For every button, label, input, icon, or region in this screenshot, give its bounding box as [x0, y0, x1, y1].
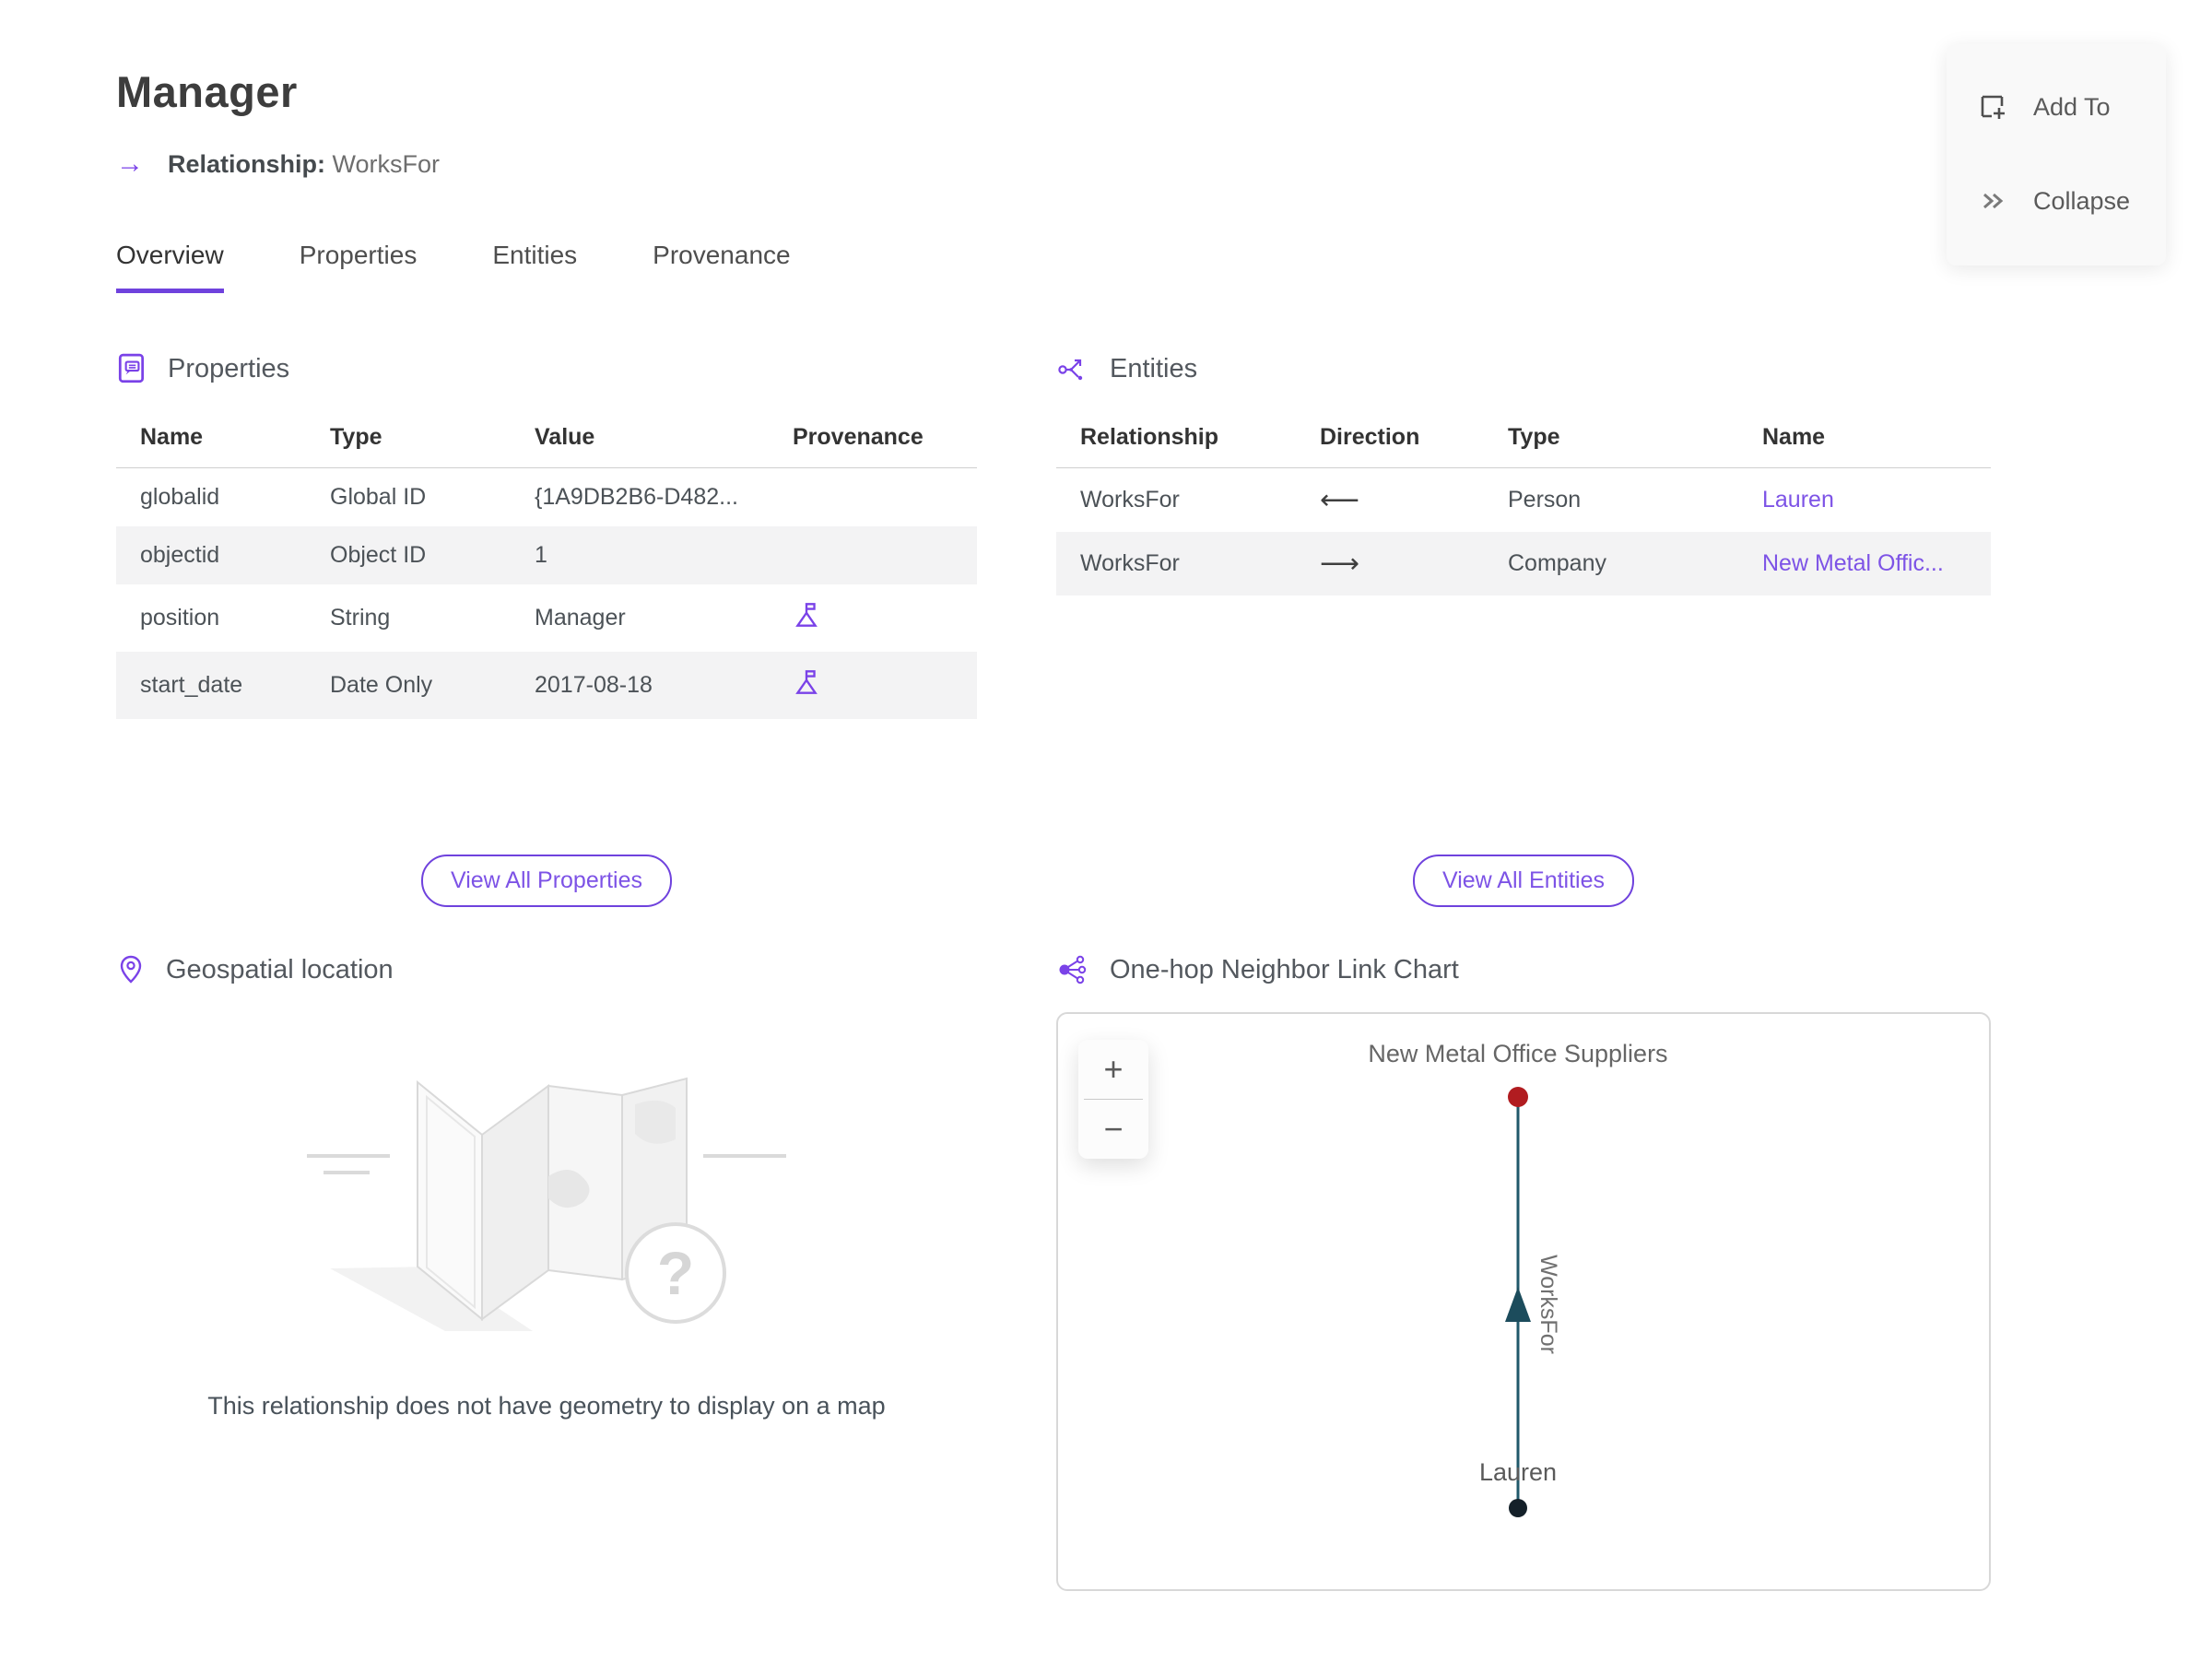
entity-name-link[interactable]: Lauren: [1762, 487, 1834, 513]
relationship-label: Relationship:: [168, 149, 326, 178]
edge-arrowhead: [1505, 1287, 1531, 1322]
table-row: WorksFor ⟶ Company New Metal Offic...: [1056, 532, 1991, 595]
link-chart-panel[interactable]: New Metal Office Suppliers WorksFor Laur…: [1056, 1012, 1991, 1591]
col-header-type: Type: [1499, 409, 1753, 468]
col-header-value: Value: [525, 409, 783, 468]
entities-section-header: Entities: [1056, 348, 1991, 389]
entity-detail-page: Add To Collapse Manager → Relationship: …: [0, 0, 2212, 1674]
detail-tabs: Overview Properties Entities Provenance: [116, 241, 2212, 293]
geospatial-section-header: Geospatial location: [116, 949, 977, 990]
entities-section-title: Entities: [1110, 353, 1198, 383]
property-value: 1: [535, 542, 547, 568]
property-provenance: [783, 584, 977, 652]
property-type: Date Only: [330, 672, 433, 698]
geospatial-section-title: Geospatial location: [166, 954, 394, 984]
double-chevron-right-icon: [1983, 193, 2004, 209]
top-node-label: New Metal Office Suppliers: [1368, 1040, 1667, 1067]
no-geometry-message: This relationship does not have geometry…: [207, 1392, 886, 1420]
table-row: start_date Date Only 2017-08-18: [116, 652, 977, 719]
provenance-flag-icon[interactable]: [793, 667, 820, 697]
entity-relationship: WorksFor: [1080, 487, 1180, 513]
page-title: Manager: [116, 67, 298, 116]
property-value: Manager: [535, 605, 626, 631]
empty-map-illustration: ?: [307, 1077, 786, 1331]
col-header-direction: Direction: [1311, 409, 1499, 468]
property-type: Object ID: [330, 542, 427, 568]
property-type: String: [330, 605, 391, 631]
view-all-properties-button[interactable]: View All Properties: [421, 855, 672, 907]
col-header-relationship: Relationship: [1056, 409, 1311, 468]
provenance-flag-icon[interactable]: [793, 600, 820, 630]
entity-type: Person: [1508, 487, 1582, 513]
zoom-control: + −: [1078, 1040, 1148, 1159]
property-name: position: [140, 605, 220, 631]
zoom-out-button[interactable]: −: [1078, 1100, 1148, 1159]
person-node[interactable]: [1509, 1499, 1527, 1517]
entities-table-zone: Relationship Direction Type Name WorksFo…: [1056, 409, 1991, 907]
property-name: globalid: [140, 484, 220, 510]
properties-table-zone: Name Type Value Provenance globalid Glob…: [116, 409, 977, 907]
bottom-node-label: Lauren: [1479, 1458, 1557, 1486]
direction-left-arrow-icon: ⟵: [1320, 485, 1360, 515]
entities-graph-icon: [1058, 359, 1083, 381]
property-name: start_date: [140, 672, 243, 698]
property-type: Global ID: [330, 484, 427, 510]
add-to-button[interactable]: Add To: [1947, 79, 2166, 135]
link-chart-icon: [1059, 955, 1087, 984]
col-header-type: Type: [321, 409, 525, 468]
col-header-name: Name: [1753, 409, 1991, 468]
add-to-label: Add To: [2033, 92, 2111, 121]
col-header-provenance: Provenance: [783, 409, 977, 468]
entities-table: Relationship Direction Type Name WorksFo…: [1056, 409, 1991, 595]
table-row: objectid Object ID 1: [116, 526, 977, 584]
floating-actions-panel: Add To Collapse: [1947, 44, 2166, 265]
properties-section-title: Properties: [168, 353, 290, 383]
property-name: objectid: [140, 542, 220, 568]
property-value: {1A9DB2B6-D482...: [535, 484, 738, 510]
properties-section-header: Properties: [116, 348, 977, 389]
question-mark-glyph: ?: [657, 1239, 694, 1307]
properties-table: Name Type Value Provenance globalid Glob…: [116, 409, 977, 719]
tab-entities[interactable]: Entities: [492, 241, 577, 293]
collapse-button[interactable]: Collapse: [1947, 173, 2166, 229]
link-chart-section-title: One-hop Neighbor Link Chart: [1110, 954, 1459, 984]
entity-type: Company: [1508, 550, 1606, 576]
relationship-subtitle: → Relationship: WorksFor: [116, 148, 2212, 180]
edge-label: WorksFor: [1535, 1255, 1561, 1354]
zoom-in-button[interactable]: +: [1078, 1040, 1148, 1099]
relationship-value: WorksFor: [332, 149, 441, 178]
link-chart-section-header: One-hop Neighbor Link Chart: [1056, 949, 1991, 990]
relationship-arrow-icon: →: [116, 148, 144, 179]
table-row: globalid Global ID {1A9DB2B6-D482...: [116, 468, 977, 527]
property-provenance: [783, 526, 977, 584]
tab-overview[interactable]: Overview: [116, 241, 224, 293]
page-header: Manager → Relationship: WorksFor: [0, 0, 2212, 180]
collapse-label: Collapse: [2033, 186, 2131, 215]
properties-icon: [118, 353, 145, 383]
entity-relationship: WorksFor: [1080, 550, 1180, 576]
tab-provenance[interactable]: Provenance: [653, 241, 790, 293]
entities-table-header-row: Relationship Direction Type Name: [1056, 409, 1991, 468]
properties-table-header-row: Name Type Value Provenance: [116, 409, 977, 468]
table-row: WorksFor ⟵ Person Lauren: [1056, 468, 1991, 533]
company-node[interactable]: [1508, 1087, 1528, 1107]
property-provenance: [783, 468, 977, 527]
add-to-icon: [1981, 95, 2005, 119]
link-chart-graph: New Metal Office Suppliers WorksFor Laur…: [1368, 1040, 1668, 1517]
direction-right-arrow-icon: ⟶: [1320, 548, 1360, 579]
col-header-name: Name: [116, 409, 321, 468]
view-all-entities-button[interactable]: View All Entities: [1412, 855, 1634, 907]
tab-properties[interactable]: Properties: [300, 241, 418, 293]
table-row: position String Manager: [116, 584, 977, 652]
property-provenance: [783, 652, 977, 719]
property-value: 2017-08-18: [535, 672, 653, 698]
entity-name-link[interactable]: New Metal Offic...: [1762, 550, 1944, 576]
map-pin-icon: [120, 955, 142, 984]
